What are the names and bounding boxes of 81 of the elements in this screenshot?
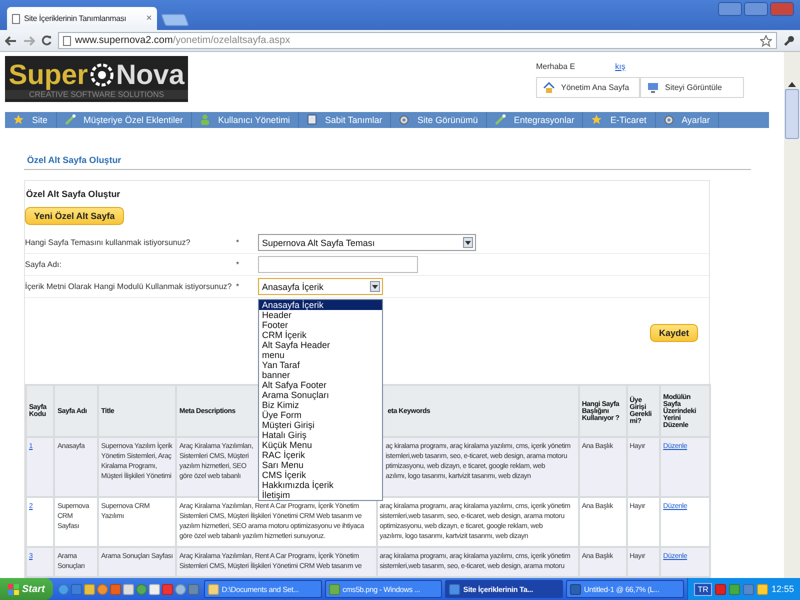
caret-icon — [372, 284, 378, 288]
url-path: /yonetim/ozelaltsayfa.aspx — [172, 35, 290, 46]
language-indicator[interactable]: TR — [694, 582, 712, 596]
tray-icon[interactable] — [715, 584, 726, 594]
menu-item[interactable]: Site — [5, 112, 57, 128]
maximize-button[interactable] — [744, 2, 768, 16]
logout-link[interactable]: kış — [615, 62, 626, 71]
dropdown-option[interactable]: menu — [259, 350, 382, 360]
star-icon[interactable] — [760, 34, 772, 46]
wand-icon — [64, 114, 76, 126]
house-icon — [543, 82, 555, 93]
tray-icon[interactable] — [757, 584, 768, 594]
menu-item[interactable]: Müşteriye Özel Eklentiler — [56, 112, 192, 128]
menu-item[interactable]: Ayarlar — [656, 112, 719, 128]
new-page-button[interactable]: Yeni Özel Alt Sayfa — [25, 207, 124, 225]
scrollbar[interactable] — [784, 52, 800, 578]
dropdown-option[interactable]: banner — [259, 370, 382, 380]
greeting-text: Merhaba E — [536, 62, 576, 71]
monitor-icon — [647, 82, 659, 93]
forward-icon[interactable] — [23, 36, 35, 46]
quick-launch-icon[interactable] — [162, 584, 173, 594]
form-title: Özel Alt Sayfa Oluştur — [25, 188, 122, 199]
minimize-button[interactable] — [718, 2, 742, 16]
save-button[interactable]: Kaydet — [650, 324, 698, 342]
user-icon — [200, 114, 210, 126]
quick-launch-icon[interactable] — [122, 584, 134, 594]
required-mark: * — [236, 260, 240, 269]
reload-icon[interactable] — [41, 35, 52, 46]
menu-item[interactable]: Sabit Tanımlar — [298, 112, 392, 128]
page-icon — [63, 36, 71, 46]
document-icon — [306, 114, 317, 126]
back-icon[interactable] — [5, 36, 17, 46]
dropdown-option[interactable]: Anasayfa İçerik — [259, 300, 382, 310]
gear-icon — [399, 114, 410, 125]
required-mark: * — [236, 238, 240, 247]
star-icon — [591, 114, 602, 126]
quick-launch-icon[interactable] — [174, 584, 186, 594]
close-button[interactable] — [770, 2, 794, 16]
dropdown-option[interactable]: Footer — [259, 320, 382, 330]
field-label: Sayfa Adı: — [25, 260, 62, 269]
tab-title: Site İçeriklerinin Tanımlanması — [24, 14, 128, 23]
windows-logo-icon — [8, 584, 19, 594]
scroll-thumb[interactable] — [785, 89, 799, 139]
logo: Super Nova CREATIVE SOFTWARE SOLUTIONS — [5, 56, 188, 102]
dropdown-option[interactable]: Alt Sayfa Header — [259, 340, 382, 350]
close-tab-button[interactable]: × — [146, 13, 152, 24]
caret-icon — [465, 240, 471, 244]
tray-icon[interactable] — [729, 584, 740, 594]
wand-icon — [494, 114, 506, 126]
quick-launch-icon[interactable] — [58, 584, 69, 594]
address-bar[interactable]: www.supernova2.com/yonetim/ozelaltsayfa.aspx — [58, 32, 777, 49]
page-icon — [12, 14, 20, 24]
quick-launch-icon[interactable] — [84, 584, 95, 594]
dropdown[interactable]: Supernova Alt Sayfa Teması — [258, 234, 476, 251]
page-name-field[interactable] — [258, 256, 418, 273]
field-label: Hangi Sayfa Temasını kullanmak istiyorsunuz? — [25, 238, 192, 247]
gear-icon — [664, 114, 674, 125]
dropdown[interactable]: Anasayfa İçerik — [258, 278, 383, 295]
menu-item[interactable]: Site Görünümü — [391, 112, 487, 128]
quick-launch-icon[interactable] — [110, 584, 121, 594]
url-host: www.supernova2.com — [75, 35, 173, 46]
clock: 12:55 — [771, 584, 794, 594]
quick-launch-icon[interactable] — [148, 584, 160, 594]
dropdown-option[interactable]: CRM İçerik — [259, 330, 382, 340]
dropdown-option[interactable]: Yan Taraf — [259, 360, 382, 370]
view-site-button[interactable]: Siteyi Görüntüle — [640, 77, 744, 98]
scroll-up-icon[interactable] — [788, 82, 796, 87]
dropdown-option[interactable]: Header — [259, 310, 382, 320]
required-mark: * — [236, 282, 240, 291]
browser-tab[interactable]: Site İçeriklerinin Tanımlanması × — [7, 7, 157, 30]
menu-item[interactable]: Kullanıcı Yönetimi — [192, 112, 299, 128]
quick-launch-icon[interactable] — [96, 584, 108, 594]
menu-item[interactable]: E-Ticaret — [583, 112, 656, 128]
quick-launch-icon[interactable] — [136, 584, 147, 594]
page-heading: Özel Alt Sayfa Oluştur — [24, 155, 751, 170]
admin-home-button[interactable]: Yönetim Ana Sayfa — [536, 77, 640, 98]
menu-item[interactable]: Entegrasyonlar — [486, 112, 584, 128]
star-icon — [13, 114, 24, 126]
new-tab-button[interactable] — [160, 14, 190, 26]
tray-icon[interactable] — [743, 584, 754, 594]
field-label: İçerik Metni Olarak Hangi Modulü Kullanmak istiyorsunuz? — [25, 282, 233, 291]
